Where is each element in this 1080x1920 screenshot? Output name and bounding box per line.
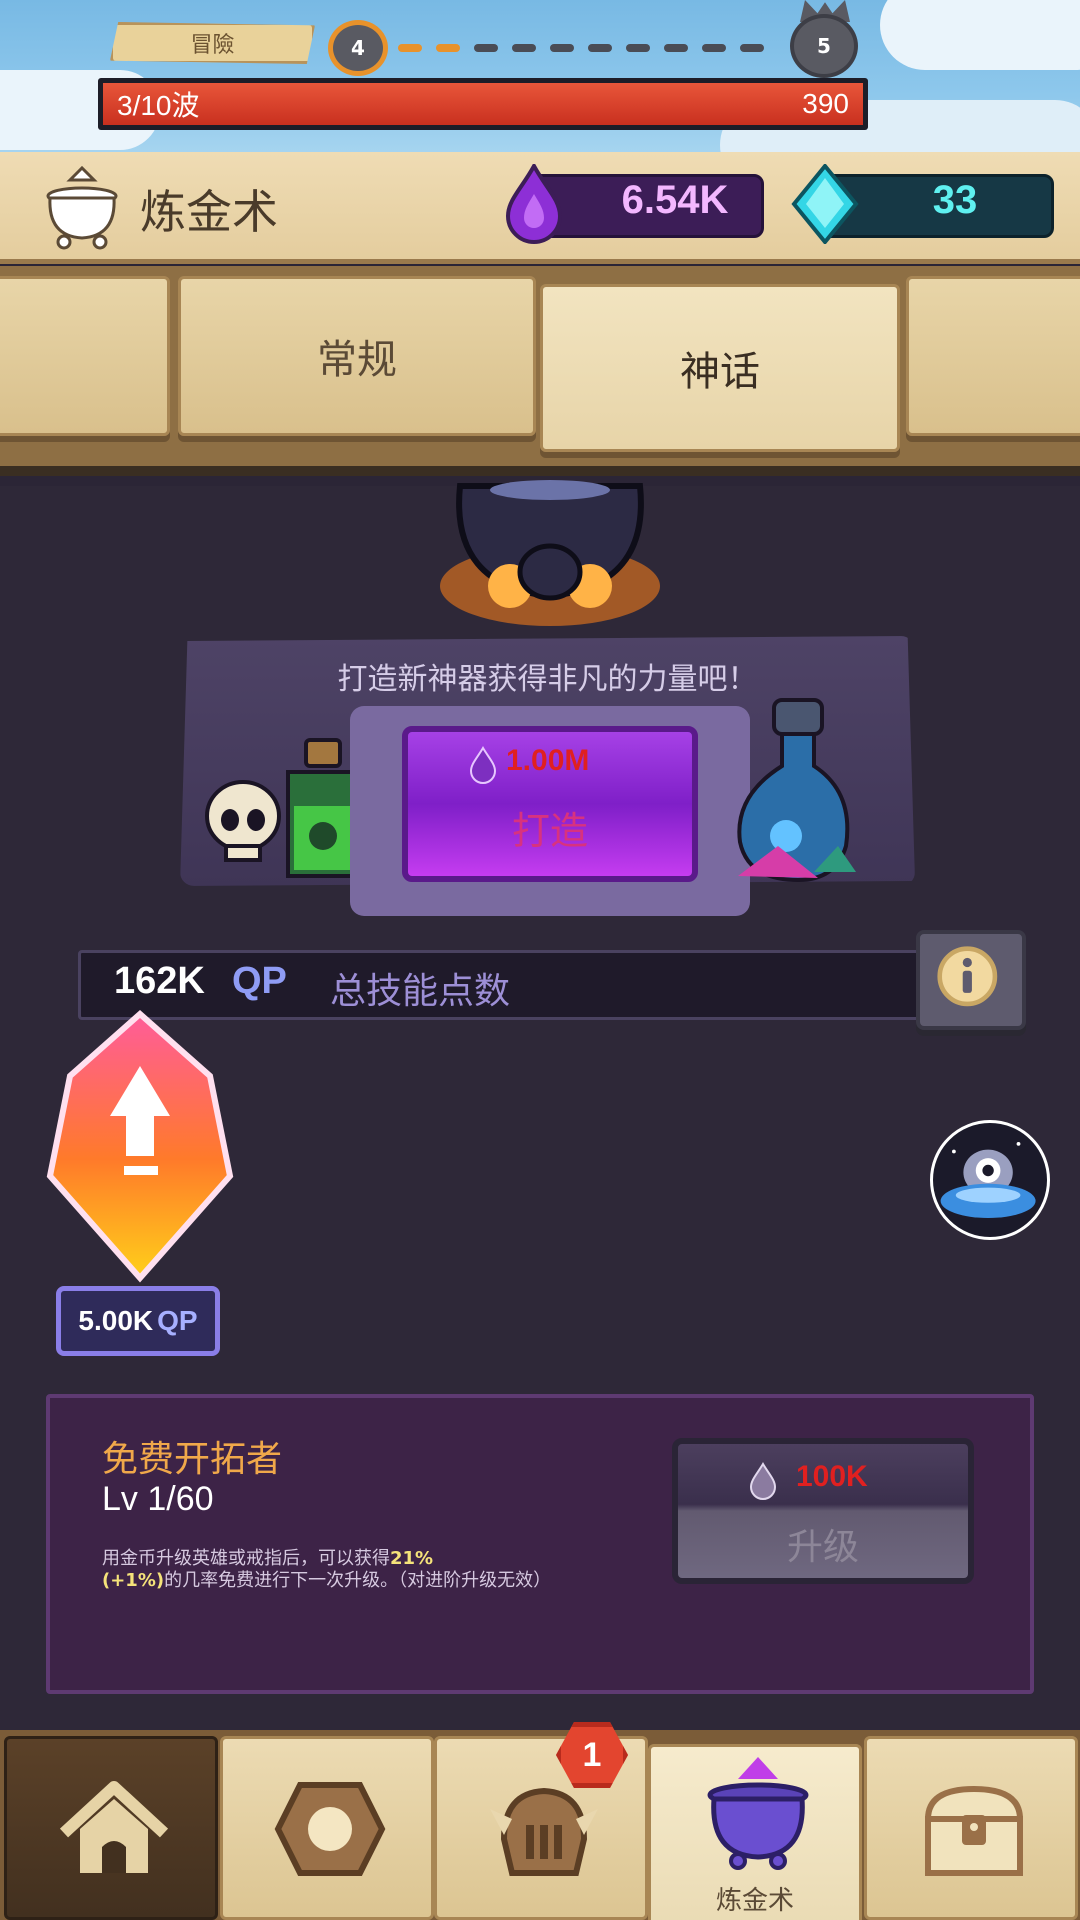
forge-cost: 1.00M [506,744,590,777]
qp-label: 总技能点数 [330,971,511,1012]
elixir-drop-icon [505,164,563,244]
page-title: 炼金术 [140,185,278,239]
cauldron-icon [707,1757,809,1870]
upgrade-button-label: 升级 [786,1527,859,1568]
ring-icon [274,1782,386,1876]
cauldron-icon [46,166,118,250]
stage-boss-node: 5 [790,14,858,78]
skill-level: Lv 1/60 [102,1480,214,1518]
progress-dash [702,44,726,52]
wave-health-fill: 3/10波 390 [103,83,863,125]
skill-name: 免费开拓者 [102,1439,283,1480]
bottom-nav: 炼金术 [0,1730,1080,1920]
tab-regular[interactable]: 常规 [178,276,536,436]
skill-crystal-icon[interactable] [40,1006,240,1286]
progress-dash [474,44,498,52]
skill-card: 免费开拓者 Lv 1/60 用金币升级英雄或戒指后，可以获得21% (+1%)的几… [46,1394,1034,1694]
wave-hp-value: 390 [802,88,849,119]
forge-button-label: 打造 [511,809,588,853]
nav-alchemy-label: 炼金术 [715,1886,794,1916]
upgrade-button[interactable]: 100K 升级 [672,1438,974,1584]
skill-desc-post: 的几率免费进行下一次升级。（对进阶升级无效） [164,1570,552,1591]
nav-home[interactable] [4,1736,218,1920]
qp-value: 162K [114,960,205,1002]
tab-right-edge[interactable] [906,276,1080,436]
elixir-value: 6.54K [621,178,729,222]
elixir-drop-icon [749,1462,777,1500]
wave-health-bar: 3/10波 390 [98,78,868,130]
skill-desc-highlight: 21% [390,1548,434,1569]
nav-alchemy[interactable]: 炼金术 [648,1744,862,1920]
crystal-cost-tag: 5.00K QP [56,1286,220,1356]
nav-treasure[interactable] [864,1736,1078,1920]
tab-mythic[interactable]: 神话 [540,284,900,452]
upgrade-cost: 100K [796,1460,868,1493]
gem-icon [791,164,859,244]
skill-desc-highlight: (+1%) [102,1570,165,1591]
forge-title: 打造新神器获得非凡的力量吧！ [337,662,758,697]
crystal-unit: QP [157,1305,198,1336]
progress-dash [550,44,574,52]
crystal-cost: 5.00K [78,1305,154,1336]
wave-label: 3/10波 [117,90,200,121]
progress-dash [588,44,612,52]
blue-flask-icon [737,698,856,883]
alchemy-main: 打造新神器获得非凡的力量吧！ 1.00M 打造 162K QP 总技能点数 5.… [0,480,1080,1730]
category-tabs: 常规 神话 [0,266,1080,476]
progress-dash [740,44,764,52]
elixir-drop-icon [469,746,497,784]
info-icon [937,946,998,1007]
stage-progress-dashes [398,44,786,54]
gem-value: 33 [932,178,978,222]
cloud [880,0,1080,70]
info-button[interactable] [916,930,1026,1030]
forge-button[interactable]: 1.00M 打造 [402,726,698,882]
progress-dash [626,44,650,52]
progress-dash [512,44,536,52]
top-sky-area: 冒險 4 5 3/10波 390 [0,0,1080,160]
tab-left-edge[interactable] [0,276,170,436]
skill-description: 用金币升级英雄或戒指后，可以获得21% (+1%)的几率免费进行下一次升级。（对进… [102,1548,672,1592]
adventure-label[interactable]: 冒險 [110,22,315,64]
stage-current-node: 4 [328,20,388,76]
ufo-button[interactable] [930,1120,1050,1240]
nav-ring[interactable] [220,1736,434,1920]
progress-dash [436,44,460,52]
skill-desc-pre: 用金币升级英雄或戒指后，可以获得 [102,1548,390,1569]
progress-dash [664,44,688,52]
treasure-chest-icon [924,1785,1024,1876]
cauldron-illustration [440,480,660,626]
ufo-icon [940,1142,1036,1218]
qp-unit: QP [232,960,287,1002]
house-icon [59,1781,169,1873]
alchemy-header: 炼金术 6.54K 33 [0,152,1080,264]
progress-dash [398,44,422,52]
skull-decoration [205,780,281,862]
